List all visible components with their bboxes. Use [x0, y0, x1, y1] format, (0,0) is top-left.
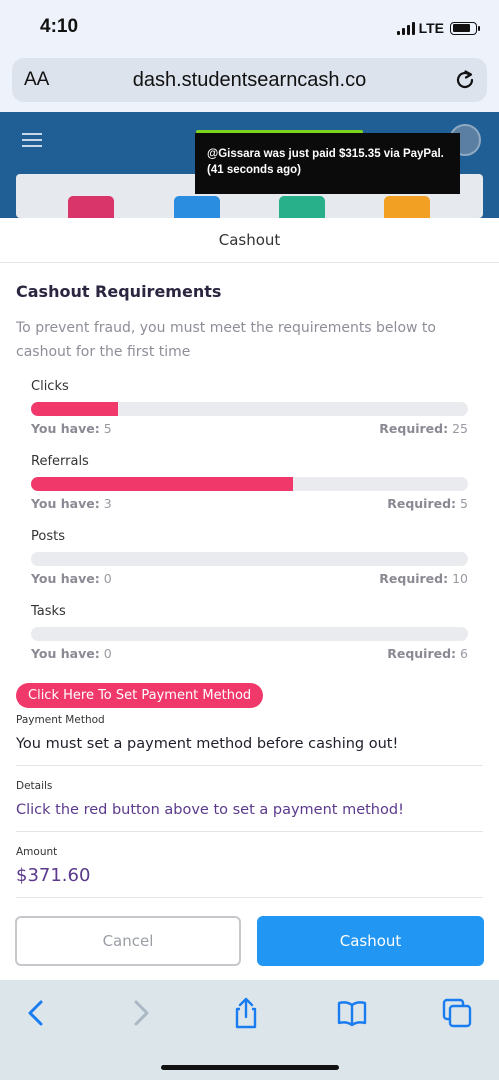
field-label: Details [16, 780, 53, 792]
bookmarks-icon[interactable] [335, 996, 369, 1030]
share-icon[interactable] [229, 996, 263, 1030]
dashboard-tile-pink [68, 196, 114, 218]
requirements-title: Cashout Requirements [16, 282, 222, 301]
payment-method-value: You must set a payment method before cas… [16, 736, 399, 752]
modal-title: Cashout [0, 218, 499, 263]
you-have-count: You have: 0 [31, 646, 112, 661]
requirement-progress-fill [31, 402, 119, 416]
signal-icon [396, 21, 415, 35]
requirement-progress-track [31, 477, 468, 491]
requirement-label: Referrals [31, 454, 89, 469]
url-text[interactable]: dash.studentsearncash.co [12, 69, 487, 92]
status-time: 4:10 [40, 16, 79, 37]
tabs-icon[interactable] [440, 996, 474, 1030]
details-field: Details Click the red button above to se… [16, 780, 483, 832]
reload-icon[interactable] [453, 68, 477, 92]
requirements-intro: To prevent fraud, you must meet the requ… [16, 320, 436, 360]
requirement-tasks: Tasks You have: 0 Required: 6 [31, 604, 468, 661]
payout-notification: @Gissara was just paid $315.35 via PayPa… [195, 133, 460, 194]
field-label: Payment Method [16, 714, 105, 726]
cancel-button[interactable]: Cancel [15, 916, 241, 966]
requirement-label: Tasks [31, 604, 66, 619]
dashboard-tile-green [279, 196, 325, 218]
cashout-modal: Cashout Cashout Requirements To prevent … [0, 218, 499, 980]
forward-icon[interactable] [124, 996, 158, 1030]
dashboard-tile-orange [384, 196, 430, 218]
status-bar: 4:10 LTE [0, 0, 499, 56]
required-count: Required: 10 [379, 571, 468, 586]
required-count: Required: 25 [379, 421, 468, 436]
browser-address-area: AA dash.studentsearncash.co [0, 56, 499, 112]
set-payment-method-button[interactable]: Click Here To Set Payment Method [16, 683, 264, 708]
battery-icon [450, 21, 480, 35]
requirement-progress-fill [31, 477, 294, 491]
you-have-count: You have: 3 [31, 496, 112, 511]
you-have-count: You have: 5 [31, 421, 112, 436]
hamburger-icon[interactable] [22, 133, 42, 151]
status-indicators: LTE [396, 20, 480, 36]
required-count: Required: 5 [387, 496, 468, 511]
requirement-referrals: Referrals You have: 3 Required: 5 [31, 454, 468, 511]
requirement-progress-track [31, 552, 468, 566]
requirement-label: Posts [31, 529, 65, 544]
home-indicator[interactable] [161, 1065, 339, 1070]
requirement-progress-track [31, 627, 468, 641]
requirement-posts: Posts You have: 0 Required: 10 [31, 529, 468, 586]
field-label: Amount [16, 846, 58, 858]
amount-field: Amount $371.60 [16, 846, 483, 898]
back-icon[interactable] [19, 996, 53, 1030]
details-value: Click the red button above to set a paym… [16, 802, 404, 818]
cashout-button[interactable]: Cashout [257, 916, 484, 966]
requirement-label: Clicks [31, 379, 69, 394]
required-count: Required: 6 [387, 646, 468, 661]
payment-method-field: Payment Method You must set a payment me… [16, 714, 483, 766]
address-bar[interactable]: AA dash.studentsearncash.co [12, 58, 487, 102]
requirement-progress-track [31, 402, 468, 416]
network-type: LTE [418, 20, 444, 36]
amount-value: $371.60 [16, 865, 91, 886]
dashboard-tile-blue [174, 196, 220, 218]
browser-toolbar [0, 980, 499, 1080]
requirement-clicks: Clicks You have: 5 Required: 25 [31, 379, 468, 436]
you-have-count: You have: 0 [31, 571, 112, 586]
